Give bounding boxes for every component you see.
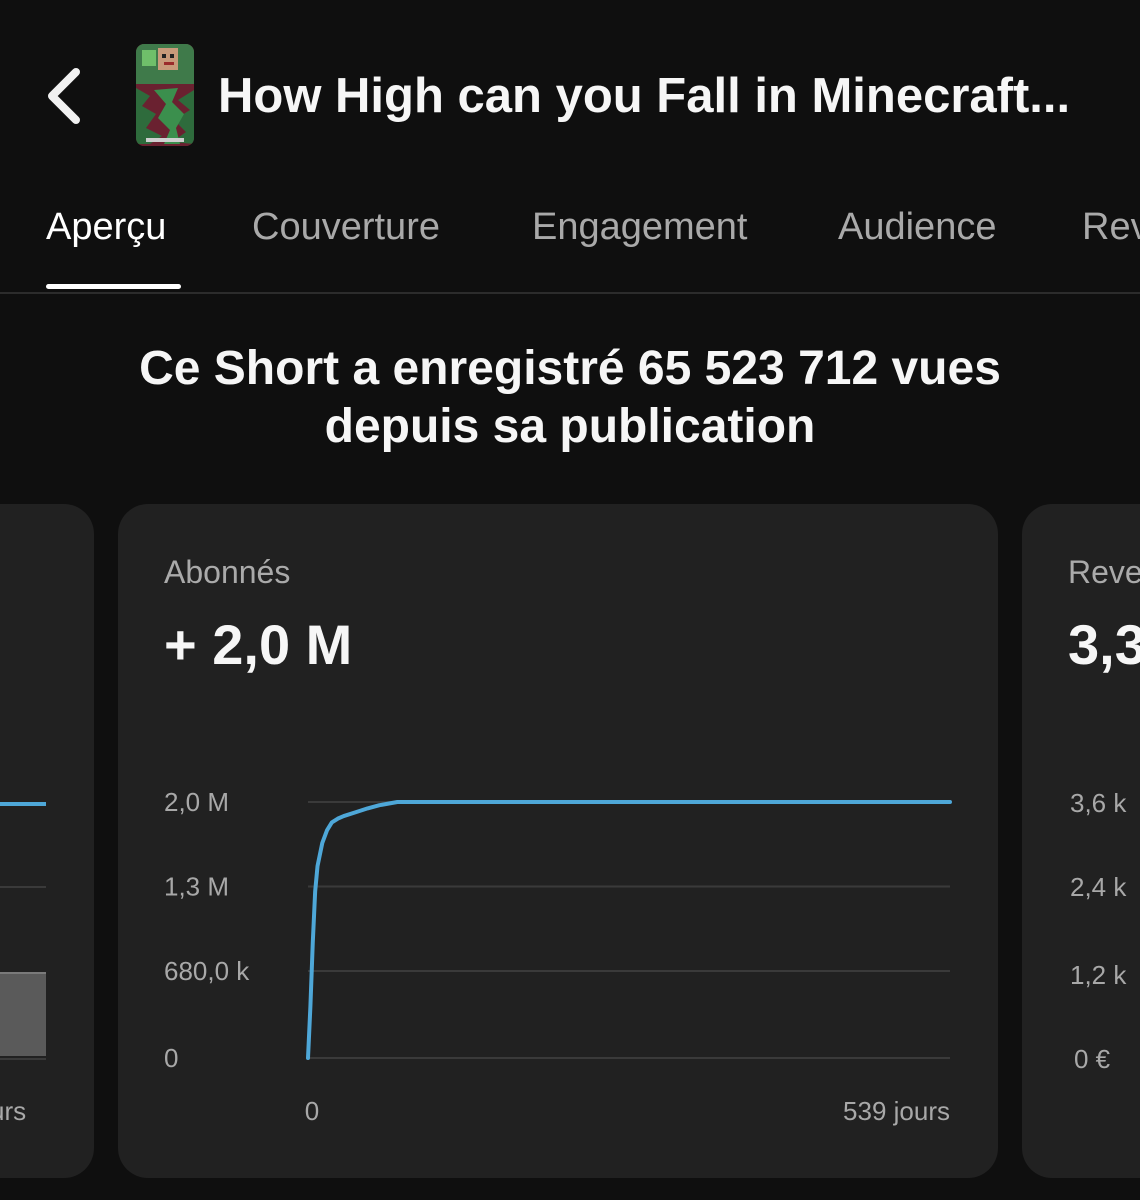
views-bar — [0, 972, 46, 1056]
x-axis-end-label: urs — [0, 1096, 27, 1126]
tab-revenus[interactable]: Rev — [1082, 200, 1140, 254]
views-summary: Ce Short a enregistré 65 523 712 vues de… — [60, 340, 1080, 456]
y-tick-label: 680,0 k — [164, 956, 250, 986]
y-tick-label: 0 € — [1074, 1044, 1111, 1074]
subscribers-card[interactable]: Abonnés + 2,0 M 0 680,0 k 1,3 M 2,0 M 0 539 j… — [118, 504, 998, 1178]
card-value: 3,3 — [1068, 613, 1140, 676]
card-label: Reve — [1068, 554, 1140, 590]
summary-line-2: depuis sa publication — [324, 400, 816, 453]
y-tick-label: 2,4 k — [1070, 872, 1127, 902]
gridline — [0, 1058, 46, 1060]
y-tick-label: 1,3 M — [164, 871, 229, 901]
tab-apercu[interactable]: Aperçu — [46, 200, 166, 254]
subscribers-chart: 0 680,0 k 1,3 M 2,0 M 0 539 jours — [164, 787, 952, 1126]
back-button[interactable] — [38, 60, 94, 132]
series-line — [306, 800, 952, 1060]
header: How High can you Fall in Minecraft... — [0, 0, 1140, 190]
video-title: How High can you Fall in Minecraft... — [218, 69, 1071, 123]
tab-engagement[interactable]: Engagement — [532, 200, 748, 254]
chevron-left-icon — [48, 68, 80, 124]
y-tick-label: 2,0 M — [164, 787, 229, 817]
revenue-card[interactable]: Reve 3,3 3,6 k 2,4 k 1,2 k 0 € — [1022, 504, 1140, 1178]
views-line — [0, 802, 46, 806]
video-thumbnail[interactable] — [136, 44, 194, 146]
tab-audience[interactable]: Audience — [838, 200, 996, 254]
tab-couverture[interactable]: Couverture — [252, 200, 440, 254]
y-tick-label: 3,6 k — [1070, 788, 1127, 818]
analytics-page: How High can you Fall in Minecraft... Ap… — [0, 0, 1140, 1200]
tab-bar: Aperçu Couverture Engagement Audience Re… — [0, 190, 1140, 294]
x-tick-label: 0 — [305, 1096, 319, 1126]
thumbnail-image — [136, 44, 194, 146]
views-card[interactable]: urs — [0, 504, 94, 1178]
x-tick-label: 539 jours — [843, 1096, 950, 1126]
active-tab-indicator — [46, 284, 181, 289]
summary-line-1: Ce Short a enregistré 65 523 712 vues — [139, 342, 1001, 395]
y-tick-label: 1,2 k — [1070, 960, 1127, 990]
gridline — [0, 886, 46, 888]
y-tick-label: 0 — [164, 1043, 178, 1073]
